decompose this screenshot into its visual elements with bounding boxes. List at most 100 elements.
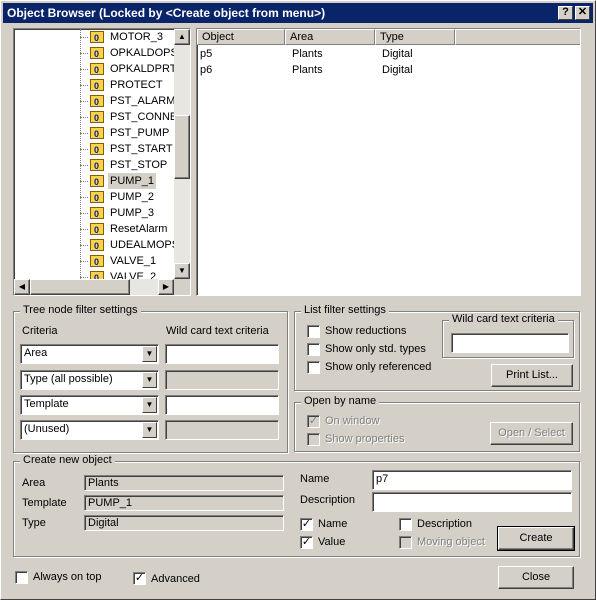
object-icon — [90, 222, 104, 238]
description-checkbox-label: Description — [417, 518, 473, 530]
advanced-checkbox[interactable]: ✓ — [133, 572, 146, 585]
object-browser-window: Object Browser (Locked by <Create object… — [0, 0, 596, 600]
tree-item-label: PUMP_1 — [108, 173, 157, 189]
tree-item-label: UDEALMOPS — [110, 239, 180, 251]
object-tree[interactable]: MOTOR_3 OPKALDOPS OPKALDPRT PROTECT PST_ALAR… — [13, 28, 191, 296]
list-wildcard-title: Wild card text criteria — [449, 313, 558, 325]
criteria-select-3[interactable]: Template ▼ — [20, 395, 159, 415]
window-title: Object Browser (Locked by <Create object… — [7, 6, 326, 20]
object-icon — [90, 110, 104, 126]
tree-connector — [80, 261, 88, 262]
scroll-right-icon[interactable]: ▶ — [158, 279, 174, 295]
show-std-types-label: Show only std. types — [325, 343, 426, 355]
tree-item-label: PUMP_3 — [110, 207, 155, 219]
scroll-up-icon[interactable]: ▲ — [174, 29, 190, 45]
table-row[interactable]: p5 Plants Digital — [197, 47, 577, 63]
wildcard-label: Wild card text criteria — [166, 325, 269, 337]
cell-area: Plants — [292, 48, 323, 60]
description-input[interactable] — [372, 492, 572, 512]
object-icon — [90, 254, 104, 270]
object-icon — [90, 142, 104, 158]
tree-connector — [80, 133, 88, 134]
area-value: Plants — [84, 475, 284, 491]
on-window-checkbox: ✓ — [307, 415, 320, 428]
object-icon — [90, 46, 104, 62]
always-on-top-label: Always on top — [33, 571, 102, 583]
wildcard-input-1[interactable] — [165, 344, 279, 364]
tree-connector — [80, 277, 88, 278]
show-reductions-checkbox[interactable] — [307, 325, 320, 338]
open-by-name-group: Open by name ✓ On window Show properties… — [294, 395, 580, 452]
tree-vscrollbar[interactable]: ▲ ▼ — [174, 29, 190, 279]
chevron-down-icon[interactable]: ▼ — [142, 397, 157, 413]
tree-connector — [80, 165, 88, 166]
tree-filter-group: Tree node filter settings Criteria Wild … — [13, 304, 288, 453]
column-header-object[interactable]: Object — [197, 29, 285, 45]
cell-type: Digital — [382, 48, 413, 60]
value-checkbox-label: Value — [318, 536, 346, 548]
moving-object-checkbox — [399, 536, 412, 549]
object-icon — [90, 238, 104, 254]
object-icon — [90, 94, 104, 110]
hscroll-thumb[interactable] — [30, 279, 130, 295]
chevron-down-icon[interactable]: ▼ — [142, 422, 157, 438]
moving-object-label: Moving object — [417, 536, 485, 548]
tree-line — [80, 29, 81, 279]
name-input[interactable]: p7 — [372, 470, 572, 490]
tree-connector — [80, 245, 88, 246]
scroll-left-icon[interactable]: ◀ — [14, 279, 30, 295]
description-checkbox[interactable] — [399, 518, 412, 531]
scroll-down-icon[interactable]: ▼ — [174, 263, 190, 279]
object-list[interactable]: Object Area Type p5 Plants Digital p6 Pl… — [196, 28, 581, 296]
show-referenced-checkbox[interactable] — [307, 361, 320, 374]
list-wildcard-input[interactable] — [451, 333, 569, 353]
on-window-label: On window — [325, 415, 380, 427]
always-on-top-checkbox[interactable] — [15, 571, 28, 584]
open-select-button: Open / Select — [490, 422, 573, 445]
tree-connector — [80, 149, 88, 150]
show-properties-label: Show properties — [325, 433, 405, 445]
tree-item-label: PST_START — [110, 143, 173, 155]
list-filter-group: List filter settings Show reductions Sho… — [294, 304, 580, 391]
close-window-button[interactable]: ✕ — [575, 6, 590, 20]
chevron-down-icon[interactable]: ▼ — [142, 346, 157, 362]
show-reductions-label: Show reductions — [325, 325, 407, 337]
criteria-value: Type (all possible) — [24, 373, 113, 385]
value-checkbox[interactable]: ✓ — [300, 536, 313, 549]
tree-item-label: PUMP_2 — [110, 191, 155, 203]
column-header-filler — [455, 29, 580, 45]
criteria-select-4[interactable]: (Unused) ▼ — [20, 420, 159, 440]
column-header-area[interactable]: Area — [285, 29, 375, 45]
tree-item-label: OPKALDOPS — [110, 47, 178, 59]
tree-item-label: OPKALDPRT — [110, 63, 177, 75]
name-checkbox[interactable]: ✓ — [300, 518, 313, 531]
show-properties-checkbox — [307, 433, 320, 446]
close-button[interactable]: Close — [498, 566, 574, 589]
object-icon — [90, 158, 104, 174]
show-std-types-checkbox[interactable] — [307, 343, 320, 356]
name-label: Name — [300, 473, 330, 485]
object-icon — [90, 206, 104, 222]
cell-area: Plants — [292, 64, 323, 76]
tree-item-label: PROTECT — [110, 79, 163, 91]
criteria-select-2[interactable]: Type (all possible) ▼ — [20, 370, 159, 390]
template-value: PUMP_1 — [84, 495, 284, 511]
scroll-thumb[interactable] — [174, 115, 190, 179]
tree-hscrollbar[interactable]: ◀ ▶ — [14, 279, 174, 295]
criteria-label: Criteria — [22, 325, 58, 337]
table-row[interactable]: p6 Plants Digital — [197, 63, 577, 79]
tree-connector — [80, 181, 88, 182]
area-label: Area — [22, 477, 46, 489]
wildcard-input-3[interactable] — [165, 395, 279, 415]
chevron-down-icon[interactable]: ▼ — [142, 372, 157, 388]
type-value: Digital — [84, 515, 284, 531]
help-button[interactable]: ? — [558, 6, 573, 20]
column-header-type[interactable]: Type — [375, 29, 455, 45]
create-object-title: Create new object — [20, 454, 115, 466]
cell-object: p5 — [200, 48, 213, 60]
cell-object: p6 — [200, 64, 213, 76]
name-checkbox-label: Name — [318, 518, 348, 530]
print-list-button[interactable]: Print List... — [491, 364, 573, 387]
criteria-select-1[interactable]: Area ▼ — [20, 344, 159, 364]
create-button[interactable]: Create — [497, 526, 575, 551]
